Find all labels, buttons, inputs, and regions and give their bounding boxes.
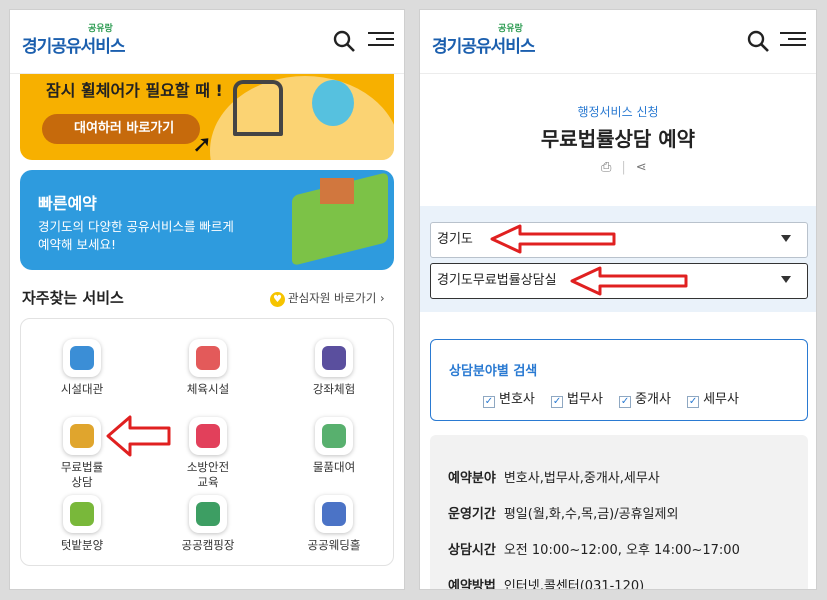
quick-reservation-desc: 경기도의 다양한 공유서비스를 빠르게 예약해 보세요!	[38, 219, 234, 252]
region-select-value: 경기도	[437, 232, 473, 247]
info-value: 인터넷,콜센터(031-120)	[503, 579, 645, 590]
checkbox-judicial-scrivener[interactable]: ✓ 법무사	[551, 388, 603, 408]
info-row: 상담시간 오전 10:00~12:00, 오후 14:00~17:00	[448, 539, 740, 558]
logo-text: 경기공유서비스	[432, 37, 535, 57]
checkbox-label: 중개사	[635, 392, 671, 407]
service-label: 소방안전 교육	[186, 460, 230, 489]
service-label: 텃밭분양	[60, 538, 104, 552]
service-label: 시설대관	[60, 382, 104, 396]
info-label: 예약분야	[448, 471, 496, 486]
service-grid: 시설대관 체육시설 강좌체험무료법률 상담 소방안전 교육 물품대여텃밭분양 공공캠핑장 공…	[20, 318, 394, 566]
check-icon: ✓	[687, 396, 700, 408]
quick-reservation-banner[interactable]: 빠른예약 경기도의 다양한 공유서비스를 빠르게 예약해 보세요!	[20, 170, 394, 270]
service-item[interactable]: 텃밭분양	[27, 495, 137, 553]
menu-icon[interactable]	[368, 28, 394, 52]
service-item[interactable]: 체육시설	[153, 339, 263, 397]
info-row: 운영기간 평일(월,화,수,목,금)/공휴일제외	[448, 503, 678, 522]
check-icon: ✓	[551, 396, 564, 408]
annotation-arrow	[570, 266, 688, 296]
info-value: 오전 10:00~12:00, 오후 14:00~17:00	[503, 543, 740, 558]
box-icon	[315, 417, 353, 455]
info-label: 예약방법	[448, 579, 496, 590]
filter-options: ✓ 변호사 ✓ 법무사 ✓ 중개사 ✓ 세무사	[483, 388, 751, 408]
menu-icon[interactable]	[780, 28, 806, 52]
page-subtitle: 행정서비스 신청	[577, 105, 659, 119]
region-select[interactable]: 경기도	[430, 222, 808, 258]
logo-text: 경기공유서비스	[22, 37, 125, 57]
checkbox-label: 변호사	[499, 392, 535, 407]
service-item[interactable]: 공공캠핑장	[153, 495, 263, 553]
annotation-arrow	[106, 415, 171, 457]
rental-banner[interactable]: 잠시 휠체어가 필요할 때 ! 대여하러 바로가기 ➚	[20, 74, 394, 160]
extinguisher-icon	[189, 417, 227, 455]
chevron-down-icon	[781, 235, 791, 242]
house-illustration	[320, 178, 354, 204]
header: 경기공유서비스 공유랑	[10, 10, 404, 74]
page-title: 무료법률상담 예약	[540, 127, 696, 151]
info-label: 운영기간	[448, 507, 496, 522]
lecture-icon	[315, 339, 353, 377]
info-value: 변호사,법무사,중개사,세무사	[503, 471, 660, 486]
print-icon[interactable]: ⎙	[601, 160, 611, 175]
checkbox-lawyer[interactable]: ✓ 변호사	[483, 388, 535, 408]
service-label: 무료법률 상담	[60, 460, 104, 489]
check-icon: ✓	[483, 396, 495, 408]
quick-reservation-title: 빠른예약	[38, 194, 97, 213]
service-label: 체육시설	[186, 382, 230, 396]
building-icon	[63, 339, 101, 377]
info-label: 상담시간	[448, 543, 496, 558]
select-area: 경기도 경기도무료법률상담실	[420, 206, 816, 312]
service-item[interactable]: 물품대여	[279, 417, 389, 475]
checkbox-label: 세무사	[703, 392, 739, 407]
favorites-link-label: 관심자원 바로가기 ›	[288, 291, 385, 305]
rental-button[interactable]: 대여하러 바로가기	[42, 114, 200, 144]
check-icon: ✓	[619, 396, 632, 408]
left-screenshot: 경기공유서비스 공유랑 잠시 휠체어가 필요할 때 ! 대여하러 바로가기 ➚ 빠…	[9, 9, 405, 590]
rental-banner-title: 잠시 휠체어가 필요할 때 !	[46, 81, 223, 100]
heart-icon: ♥	[270, 292, 285, 307]
service-label: 공공웨딩홀	[307, 538, 361, 552]
service-label: 강좌체험	[312, 382, 356, 396]
logo-small: 공유랑	[498, 24, 523, 34]
search-icon[interactable]	[332, 29, 356, 53]
logo[interactable]: 경기공유서비스 공유랑	[22, 24, 125, 57]
service-label: 공공캠핑장	[181, 538, 235, 552]
cursor-icon: ➚	[192, 130, 213, 158]
share-icon[interactable]: ⋖	[636, 160, 647, 175]
section-title: 자주찾는 서비스	[22, 289, 124, 307]
filter-title: 상담분야별 검색	[449, 364, 538, 379]
office-select-value: 경기도무료법률상담실	[437, 273, 557, 288]
search-icon[interactable]	[746, 29, 770, 53]
info-row: 예약분야 변호사,법무사,중개사,세무사	[448, 467, 660, 486]
chevron-down-icon	[781, 276, 791, 283]
service-label: 물품대여	[312, 460, 356, 474]
header: 경기공유서비스 공유랑	[420, 10, 816, 74]
logo-small: 공유랑	[88, 24, 113, 34]
gavel-icon	[63, 417, 101, 455]
favorites-link[interactable]: ♥ 관심자원 바로가기 ›	[270, 290, 385, 307]
logo[interactable]: 경기공유서비스 공유랑	[432, 24, 535, 57]
page-tools: ⎙ | ⋖	[601, 160, 647, 175]
service-item[interactable]: 강좌체험	[279, 339, 389, 397]
category-filter: 상담분야별 검색 ✓ 변호사 ✓ 법무사 ✓ 중개사 ✓ 세무사	[430, 339, 808, 421]
info-value: 평일(월,화,수,목,금)/공휴일제외	[503, 507, 679, 522]
wedding-icon	[315, 495, 353, 533]
annotation-arrow	[490, 224, 616, 254]
tent-icon	[189, 495, 227, 533]
info-box: 예약분야 변호사,법무사,중개사,세무사 운영기간 평일(월,화,수,목,금)/공휴…	[430, 435, 808, 590]
checkbox-label: 법무사	[567, 392, 603, 407]
wheelchair-icon	[233, 80, 283, 136]
info-row: 예약방법 인터넷,콜센터(031-120)	[448, 575, 645, 590]
checkbox-broker[interactable]: ✓ 중개사	[619, 388, 671, 408]
right-screenshot: 경기공유서비스 공유랑 행정서비스 신청 무료법률상담 예약 ⎙ | ⋖ 경기도 경기…	[419, 9, 817, 590]
sprout-icon	[63, 495, 101, 533]
service-item[interactable]: 공공웨딩홀	[279, 495, 389, 553]
racket-icon	[189, 339, 227, 377]
service-item[interactable]: 시설대관	[27, 339, 137, 397]
mascot-illustration	[312, 80, 354, 126]
checkbox-tax-accountant[interactable]: ✓ 세무사	[687, 388, 739, 408]
